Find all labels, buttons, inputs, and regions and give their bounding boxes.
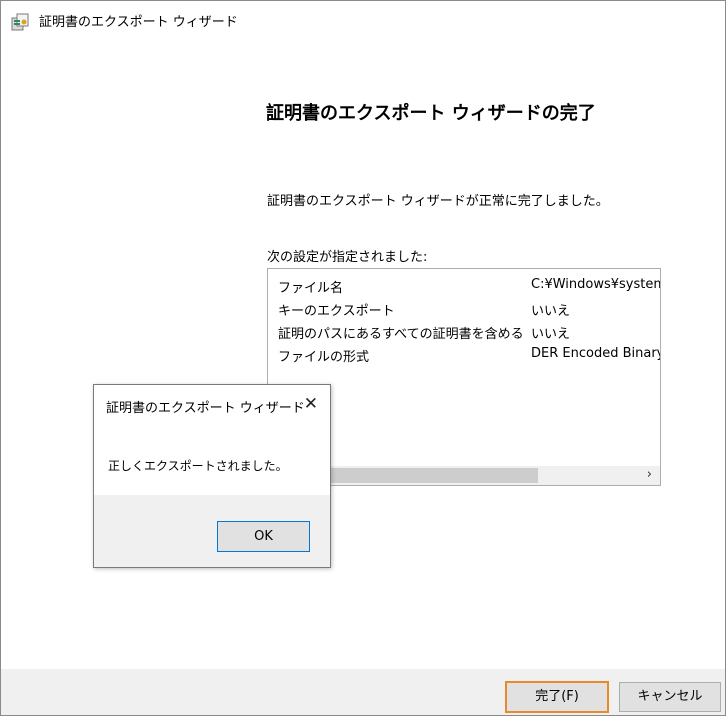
page-heading: 証明書のエクスポート ウィザードの完了 [266, 103, 596, 124]
setting-key: 証明のパスにあるすべての証明書を含める [278, 327, 524, 342]
message-dialog: 証明書のエクスポート ウィザード ✕ 正しくエクスポートされました。 OK [93, 384, 331, 568]
title-bar: 証明書のエクスポート ウィザード [1, 1, 725, 41]
close-icon[interactable]: ✕ [304, 394, 318, 414]
list-item[interactable]: 証明のパスにあるすべての証明書を含める いいえ [268, 319, 660, 342]
button-bar: 完了(F) キャンセル [1, 669, 725, 715]
finish-button[interactable]: 完了(F) [505, 681, 609, 713]
dialog-message: 正しくエクスポートされました。 [108, 459, 288, 473]
setting-value: DER Encoded Binary [531, 346, 661, 361]
setting-key: ファイル名 [278, 281, 344, 296]
list-item[interactable]: ファイル名 C:¥Windows¥system [268, 273, 660, 296]
setting-key: キーのエクスポート [278, 304, 395, 319]
setting-value: いいえ [531, 304, 571, 319]
setting-value: いいえ [531, 327, 571, 342]
cancel-button[interactable]: キャンセル [619, 682, 721, 712]
completion-message: 証明書のエクスポート ウィザードが正常に完了しました。 [267, 194, 609, 209]
setting-value: C:¥Windows¥system [531, 277, 661, 292]
dialog-footer: OK [94, 495, 330, 567]
settings-label: 次の設定が指定されました: [267, 250, 428, 265]
list-item[interactable]: キーのエクスポート いいえ [268, 296, 660, 319]
setting-key: ファイルの形式 [278, 350, 370, 365]
ok-button[interactable]: OK [217, 521, 310, 552]
dialog-title: 証明書のエクスポート ウィザード [106, 401, 305, 416]
scroll-right-icon[interactable]: › [647, 467, 652, 482]
window-title: 証明書のエクスポート ウィザード [39, 15, 238, 30]
list-item[interactable]: ファイルの形式 DER Encoded Binary [268, 342, 660, 365]
export-wizard-window: 証明書のエクスポート ウィザード 証明書のエクスポート ウィザードの完了 証明書… [0, 0, 726, 716]
certificate-icon [10, 12, 30, 32]
